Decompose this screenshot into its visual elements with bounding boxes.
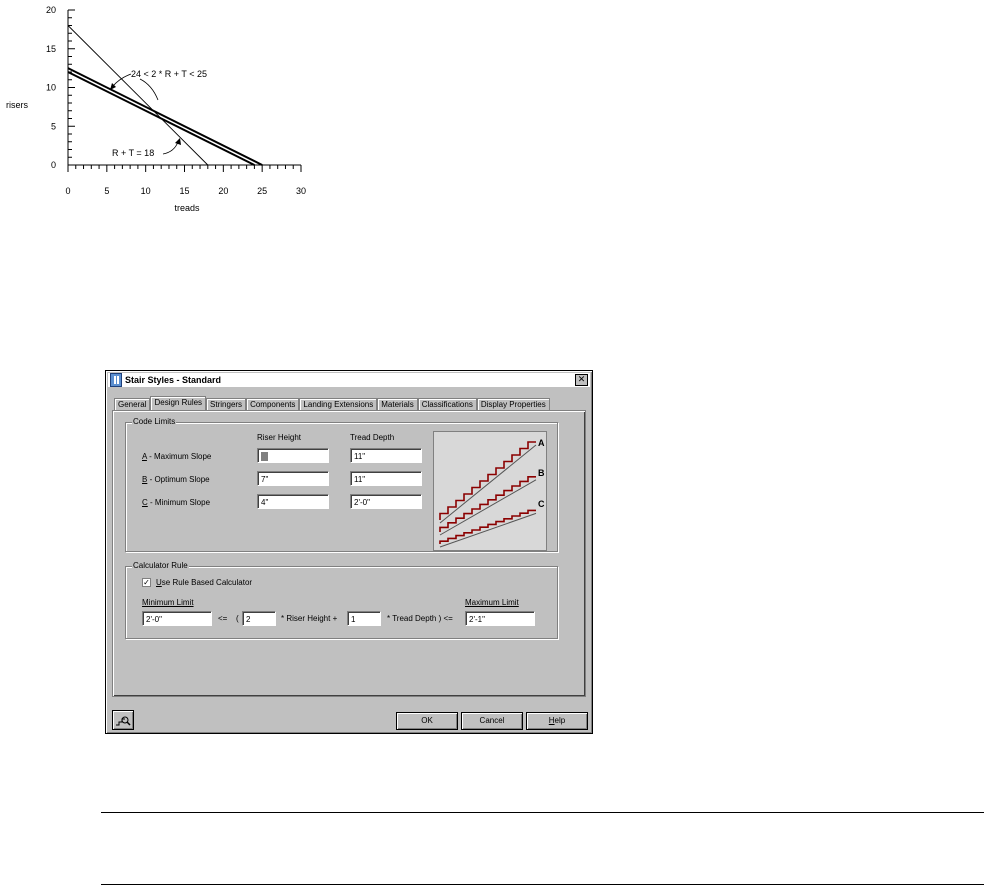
- stair-a-stringer: [439, 444, 537, 524]
- stair-c-stringer: [439, 512, 537, 548]
- calculator-rule-label: Calculator Rule: [132, 561, 189, 571]
- x-tick-label: 30: [296, 186, 306, 196]
- x-tick-label: 10: [141, 186, 151, 196]
- stair-styles-dialog: Stair Styles - Standard ✕ General Design…: [105, 370, 593, 734]
- x-tick-label: 20: [218, 186, 228, 196]
- riser-tread-chart: 0 5 10 15 20 0 5 10 15 20 25 30 treads risers 24 < …: [6, 5, 306, 213]
- code-limits-label: Code Limits: [132, 417, 177, 427]
- diagram-label-b: B: [538, 468, 545, 478]
- tread-depth-term: * Tread Depth ) <=: [387, 614, 453, 623]
- divider-top: [101, 812, 984, 813]
- tab-stringers[interactable]: Stringers: [206, 398, 247, 410]
- x-tick-label: 25: [257, 186, 267, 196]
- min-riser-field[interactable]: 4": [257, 494, 329, 509]
- tab-general[interactable]: General: [114, 398, 151, 410]
- tread-depth-header: Tread Depth: [350, 433, 395, 442]
- riser-height-term: * Riser Height +: [281, 614, 338, 623]
- calculator-rule-group: Calculator Rule ✓ Use Rule Based Calcula…: [125, 561, 558, 639]
- dialog-title: Stair Styles - Standard: [125, 375, 222, 385]
- max-tread-field[interactable]: 11": [350, 448, 422, 463]
- annotation-arrow-lower: [162, 141, 179, 155]
- minimum-limit-label: Minimum Limit: [142, 598, 194, 607]
- x-tick-label: 15: [179, 186, 189, 196]
- chart-tick-labels: 0 5 10 15 20 0 5 10 15 20 25 30: [46, 5, 306, 196]
- min-slope-label: C - Minimum Slope: [142, 498, 211, 507]
- chart-annotation-lower: R + T = 18: [112, 148, 154, 158]
- button-bar: OK Cancel Help: [110, 707, 588, 730]
- riser-multiplier-field[interactable]: 2: [242, 611, 276, 626]
- optimum-slope-label: B - Optimum Slope: [142, 475, 210, 484]
- y-tick-label: 10: [46, 83, 56, 93]
- y-tick-label: 20: [46, 5, 56, 15]
- y-tick-label: 15: [46, 44, 56, 54]
- x-tick-label: 0: [65, 186, 70, 196]
- help-button[interactable]: Help: [526, 712, 588, 730]
- y-tick-label: 0: [51, 160, 56, 170]
- maximum-limit-label: Maximum Limit: [465, 598, 519, 607]
- chart-axes: [67, 9, 302, 172]
- minimum-limit-field[interactable]: 2'-0": [142, 611, 212, 626]
- chart-annotation-upper: 24 < 2 * R + T < 25: [131, 69, 207, 79]
- riser-height-header: Riser Height: [257, 433, 302, 442]
- series-line-1: [67, 71, 255, 166]
- tab-strip: General Design Rules Stringers Component…: [114, 396, 550, 410]
- rule-calculator-label: Use Rule Based Calculator: [156, 578, 253, 587]
- stair-tool-button[interactable]: [112, 710, 134, 730]
- diagram-label-c: C: [538, 499, 545, 509]
- tab-landing-extensions[interactable]: Landing Extensions: [299, 398, 378, 410]
- app-icon: [110, 373, 122, 387]
- stair-slope-diagram: A B C: [433, 431, 547, 551]
- tab-design-rules[interactable]: Design Rules: [150, 396, 207, 410]
- diagram-label-a: A: [538, 438, 545, 448]
- chart-lines: [67, 25, 263, 166]
- divider-bottom: [101, 884, 984, 885]
- x-tick-label: 5: [104, 186, 109, 196]
- optimum-riser-field[interactable]: 7": [257, 471, 329, 486]
- tab-components[interactable]: Components: [246, 398, 300, 410]
- inspect-icon: [116, 716, 131, 726]
- min-tread-field[interactable]: 2'-0": [350, 494, 422, 509]
- rule-calculator-checkbox[interactable]: ✓: [142, 578, 151, 587]
- series-line-2: [67, 67, 263, 166]
- open-paren: (: [236, 614, 239, 623]
- max-riser-field[interactable]: [257, 448, 329, 463]
- cancel-button[interactable]: Cancel: [461, 712, 523, 730]
- chart-ylabel: risers: [6, 100, 28, 110]
- tab-materials[interactable]: Materials: [377, 398, 418, 410]
- design-rules-page: Code Limits Riser Height Tread Depth A -…: [112, 410, 586, 697]
- le-operator-1: <=: [218, 614, 228, 623]
- maximum-limit-field[interactable]: 2'-1": [465, 611, 535, 626]
- ok-button[interactable]: OK: [396, 712, 458, 730]
- tab-display-properties[interactable]: Display Properties: [476, 398, 550, 410]
- max-slope-label: A - Maximum Slope: [142, 452, 212, 461]
- chart-xlabel: treads: [174, 203, 200, 213]
- tab-classifications[interactable]: Classifications: [417, 398, 477, 410]
- y-tick-label: 5: [51, 121, 56, 131]
- title-bar: Stair Styles - Standard ✕: [108, 373, 590, 387]
- close-button[interactable]: ✕: [575, 374, 588, 386]
- code-limits-group: Code Limits Riser Height Tread Depth A -…: [125, 417, 558, 552]
- tread-multiplier-field[interactable]: 1: [347, 611, 381, 626]
- annotation-arrow-lower-head: [175, 138, 181, 145]
- series-line-0: [67, 25, 209, 166]
- optimum-tread-field[interactable]: 11": [350, 471, 422, 486]
- annotation-arrow-upper-b: [139, 78, 159, 101]
